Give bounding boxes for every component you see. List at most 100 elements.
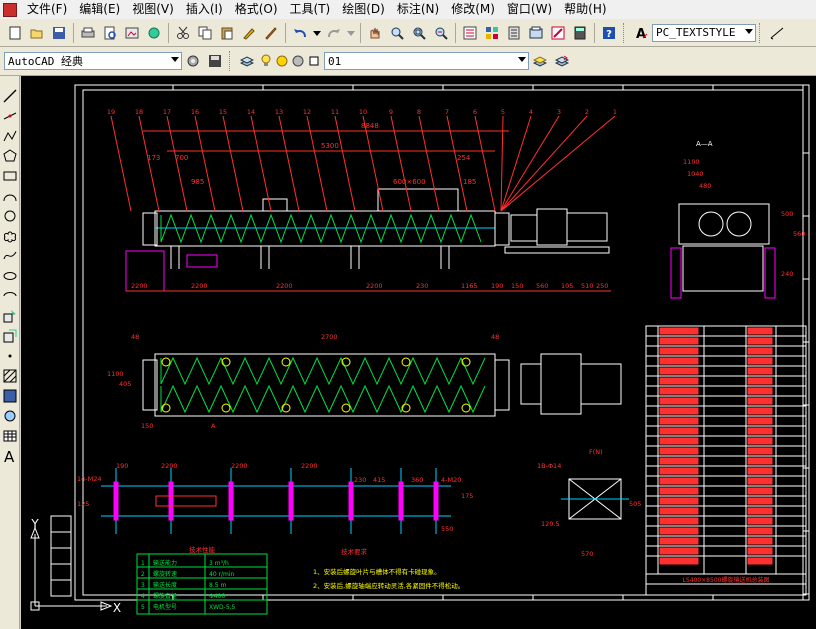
layer-previous-icon[interactable]: [552, 51, 572, 71]
table-cell-text: [747, 507, 773, 515]
menu-format[interactable]: 格式(O): [229, 0, 284, 19]
toolbar-grip[interactable]: [759, 22, 763, 43]
menu-draw[interactable]: 绘图(D): [336, 0, 391, 19]
spline-icon[interactable]: [2, 248, 18, 264]
layer-select[interactable]: 01: [324, 52, 529, 70]
polyline-icon[interactable]: [2, 128, 18, 144]
menu-file[interactable]: 文件(F): [21, 0, 73, 19]
copy-icon[interactable]: [195, 23, 215, 43]
table-cell-text: [747, 537, 773, 545]
revision-cloud-icon[interactable]: [2, 228, 18, 244]
layer-on-icon[interactable]: [259, 51, 273, 71]
print-icon[interactable]: [78, 23, 98, 43]
dim-text: 1165: [461, 282, 478, 290]
dim-text: 2200: [231, 462, 248, 470]
sheet-set-icon[interactable]: [526, 23, 546, 43]
menu-insert[interactable]: 插入(I): [180, 0, 229, 19]
binding-strip-cell: [50, 515, 72, 533]
layer-color-swatch-icon[interactable]: [307, 51, 321, 71]
construction-line-icon[interactable]: [2, 108, 18, 124]
table-cell-text: [659, 387, 699, 395]
undo-dropdown-icon[interactable]: [312, 23, 322, 43]
insert-block-icon[interactable]: [2, 308, 18, 324]
zoom-previous-icon[interactable]: [431, 23, 451, 43]
menu-help[interactable]: 帮助(H): [558, 0, 612, 19]
text-style-icon[interactable]: A: [631, 23, 651, 43]
menu-modify[interactable]: 修改(M): [445, 0, 501, 19]
pan-realtime-icon[interactable]: [365, 23, 385, 43]
dim-text: 8848: [361, 122, 379, 130]
cut-icon[interactable]: [173, 23, 193, 43]
line-icon[interactable]: [2, 88, 18, 104]
undo-icon[interactable]: [290, 23, 310, 43]
redo-icon[interactable]: [324, 23, 344, 43]
zoom-window-icon[interactable]: [409, 23, 429, 43]
point-icon[interactable]: [2, 348, 18, 364]
plan-motor: [580, 363, 622, 405]
balloon-number: 12: [303, 108, 311, 116]
spec-cell-value: 8.5 m: [209, 582, 226, 589]
drawing-canvas[interactable]: 8848 5300 173 700 985 254 185 600×600 19 18 17 16 15…: [21, 76, 816, 629]
balloon-number: 4: [529, 108, 533, 116]
arc-icon[interactable]: [2, 188, 18, 204]
circle-icon[interactable]: [2, 208, 18, 224]
balloon-leader: [306, 115, 328, 212]
chevron-down-icon: [745, 28, 753, 34]
markup-icon[interactable]: [548, 23, 568, 43]
make-block-icon[interactable]: [2, 328, 18, 344]
layer-thaw-icon[interactable]: [275, 51, 289, 71]
coupling: [510, 214, 538, 242]
workspace-select[interactable]: AutoCAD 经典: [4, 52, 182, 70]
autocad-app-icon[interactable]: [3, 2, 17, 17]
table-cell-text: [659, 477, 699, 485]
match-properties-icon[interactable]: [239, 23, 259, 43]
balloon-leader: [278, 115, 300, 212]
new-icon[interactable]: [5, 23, 25, 43]
open-icon[interactable]: [27, 23, 47, 43]
publish-icon[interactable]: [122, 23, 142, 43]
zoom-realtime-icon[interactable]: [387, 23, 407, 43]
hatch-icon[interactable]: [2, 368, 18, 384]
table-icon[interactable]: [2, 428, 18, 444]
menu-edit[interactable]: 编辑(E): [73, 0, 126, 19]
save-icon[interactable]: [49, 23, 69, 43]
block-editor-icon[interactable]: [261, 23, 281, 43]
paste-icon[interactable]: [217, 23, 237, 43]
dim-text: 1100: [683, 158, 700, 166]
redo-dropdown-icon[interactable]: [346, 23, 356, 43]
table-cell-text: [659, 357, 699, 365]
menu-dimension[interactable]: 标注(N): [391, 0, 445, 19]
spec-cell-no: 5: [141, 604, 145, 611]
menu-tools[interactable]: 工具(T): [284, 0, 337, 19]
menubar: 文件(F) 编辑(E) 视图(V) 插入(I) 格式(O) 工具(T) 绘图(D…: [0, 0, 816, 19]
design-center-icon[interactable]: [482, 23, 502, 43]
menu-window[interactable]: 窗口(W): [501, 0, 558, 19]
layer-lock-icon[interactable]: [291, 51, 305, 71]
toolbar-grip[interactable]: [229, 51, 233, 71]
ellipse-arc-icon[interactable]: [2, 288, 18, 304]
polygon-icon[interactable]: [2, 148, 18, 164]
save-workspace-icon[interactable]: [205, 51, 225, 71]
section-screw: [698, 211, 724, 237]
gradient-icon[interactable]: [2, 388, 18, 404]
layer-properties-icon[interactable]: [237, 51, 257, 71]
tool-palettes-icon[interactable]: [504, 23, 524, 43]
dim-text: 550: [441, 525, 453, 533]
toolbar-grip[interactable]: [623, 22, 627, 43]
text-style-select[interactable]: PC_TEXTSTYLE: [652, 23, 756, 42]
menu-view[interactable]: 视图(V): [126, 0, 180, 19]
help-icon[interactable]: ?: [599, 23, 619, 43]
dimension-style-icon[interactable]: [767, 23, 787, 43]
properties-icon[interactable]: [460, 23, 480, 43]
quickcalc-icon[interactable]: [570, 23, 590, 43]
rectangle-icon[interactable]: [2, 168, 18, 184]
plot-preview-icon[interactable]: [100, 23, 120, 43]
region-icon[interactable]: [2, 408, 18, 424]
ellipse-icon[interactable]: [2, 268, 18, 284]
etransmit-icon[interactable]: [144, 23, 164, 43]
workspace-settings-icon[interactable]: [183, 51, 203, 71]
make-layer-current-icon[interactable]: [530, 51, 550, 71]
balloon-number: 15: [219, 108, 227, 116]
anchor-bolt-pair: [113, 481, 119, 521]
multiline-text-icon[interactable]: A: [2, 448, 18, 464]
